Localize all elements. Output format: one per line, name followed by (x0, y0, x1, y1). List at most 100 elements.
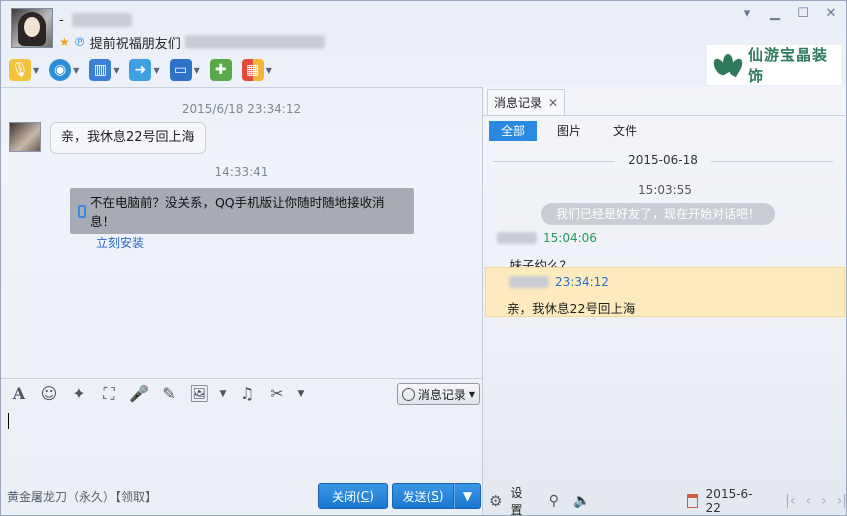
phone-icon (78, 204, 86, 218)
remote-desktop-button[interactable]: ▭ ▼ (169, 57, 200, 83)
name-prefix: - (59, 12, 64, 28)
message-bubble: 亲，我休息22号回上海 (50, 122, 206, 154)
blurred-sender (509, 276, 549, 288)
microphone-icon: 🎙 (9, 59, 31, 81)
prev-page-icon[interactable]: ‹ (805, 493, 811, 509)
input-toolbar: A ☺ ✦ ⛶ 🎤 ✎ 🖼 ▼ ♫ ✂ ▼ 消息记录 ▼ (1, 378, 482, 408)
install-link[interactable]: 立刻安装 (96, 234, 406, 251)
filter-images[interactable]: 图片 (545, 121, 593, 141)
dropdown-icon[interactable]: ▾ (740, 7, 754, 21)
blurred-sender (497, 232, 537, 244)
last-page-icon[interactable]: ›| (837, 493, 846, 509)
history-navigation: |‹ ‹ › ›| (785, 493, 846, 509)
edit-icon[interactable]: ✎ (159, 384, 179, 403)
blurred-signature (184, 35, 325, 49)
video-call-button[interactable]: ◉ ▼ (49, 57, 79, 83)
message-timestamp: 14:33:41 (214, 165, 269, 179)
entry-time: 23:34:12 (555, 275, 609, 289)
send-button-text: 发送( (402, 489, 432, 504)
chat-window: - ★ ℗ 提前祝福朋友们 ▾ ▁ ☐ ✕ 🎙 ▼ ◉ ▼ ▥ ▼ ➜ ▼ ▭ … (0, 0, 847, 516)
blurred-name (71, 13, 132, 27)
star-icon: ★ (59, 35, 70, 49)
history-filters: 全部 图片 文件 (489, 121, 657, 141)
chevron-down-icon: ▼ (193, 65, 200, 75)
scan-icon[interactable]: ⛶ (99, 384, 119, 404)
apps-button[interactable]: ▦ ▼ (241, 57, 272, 83)
next-page-icon[interactable]: › (821, 493, 827, 509)
minimize-icon[interactable]: ▁ (768, 7, 782, 21)
first-page-icon[interactable]: |‹ (785, 493, 795, 509)
maximize-icon[interactable]: ☐ (796, 7, 810, 21)
signature-text: 提前祝福朋友们 (89, 36, 181, 52)
entry-text: 亲，我休息22号回上海 (507, 301, 636, 316)
system-time: 15:03:55 (638, 183, 692, 197)
emoji-icon[interactable]: ☺ (39, 384, 59, 403)
close-tab-icon[interactable]: ✕ (548, 96, 558, 110)
search-icon[interactable]: ⚲ (549, 493, 559, 509)
gear-icon[interactable]: ⚙ (489, 492, 502, 510)
history-button-label: 消息记录 (417, 387, 466, 402)
filter-files[interactable]: 文件 (601, 121, 649, 141)
avatar-face (24, 17, 40, 37)
speaker-icon[interactable]: 🔈 (573, 493, 590, 509)
history-panel: 消息记录 ✕ 全部 图片 文件 2015-06-18 15:03:55 我们已经… (483, 87, 846, 515)
monitor-icon: ▭ (169, 59, 192, 81)
message-timestamp: 2015/6/18 23:34:12 (181, 102, 302, 116)
mobile-notice: 不在电脑前？没关系，QQ手机版让你随时随地接收消息！ 立刻安装 (70, 188, 414, 250)
send-options-button[interactable]: ▼ (454, 483, 481, 509)
sender-avatar[interactable] (9, 122, 41, 152)
close-icon[interactable]: ✕ (824, 7, 838, 21)
chevron-down-icon: ▼ (73, 65, 80, 75)
chevron-down-icon: ▼ (265, 65, 272, 75)
brand-text: 仙游宝晶装饰 (748, 46, 829, 85)
presentation-icon: ▥ (89, 59, 112, 81)
chevron-down-icon: ▼ (468, 389, 475, 399)
system-message: 我们已经是好友了，现在开始对话吧！ (541, 203, 775, 225)
shake-icon[interactable]: ✦ (69, 384, 89, 403)
scissors-icon[interactable]: ✂ (267, 384, 287, 403)
filter-all[interactable]: 全部 (489, 121, 538, 141)
send-button[interactable]: 发送(S) (392, 483, 454, 509)
message-input[interactable] (1, 408, 482, 480)
close-button-end: ) (369, 489, 374, 503)
signature-row: ★ ℗ 提前祝福朋友们 (59, 33, 325, 52)
chevron-down-icon[interactable]: ▼ (297, 389, 305, 399)
window-controls: ▾ ▁ ☐ ✕ (740, 7, 838, 21)
history-date[interactable]: 2015-6-22 (706, 487, 753, 515)
chat-add-icon: ✚ (209, 59, 232, 81)
header: - ★ ℗ 提前祝福朋友们 ▾ ▁ ☐ ✕ 🎙 ▼ ◉ ▼ ▥ ▼ ➜ ▼ ▭ … (1, 1, 846, 87)
send-file-button[interactable]: ➜ ▼ (129, 57, 160, 83)
chat-history[interactable]: 2015/6/18 23:34:12 亲，我休息22号回上海 14:33:41 … (1, 87, 482, 377)
chevron-down-icon[interactable]: ▼ (219, 389, 227, 399)
font-icon[interactable]: A (9, 384, 29, 403)
close-button-key: C (360, 489, 370, 503)
clock-icon (401, 387, 415, 401)
contact-avatar[interactable] (11, 8, 53, 48)
calendar-icon[interactable] (686, 494, 698, 508)
tab-divider (483, 115, 846, 116)
qq-icon: ℗ (73, 35, 86, 49)
add-chat-button[interactable]: ✚ (209, 57, 232, 83)
close-button[interactable]: 关闭(C) (318, 483, 388, 509)
folder-icon: ➜ (129, 59, 152, 81)
send-button-key: S (431, 489, 439, 503)
image-icon[interactable]: 🖼 (189, 384, 209, 403)
history-entry-header: 15:04:06 (497, 231, 597, 245)
settings-label[interactable]: 设置 (510, 484, 528, 515)
promo-text[interactable]: 黄金屠龙刀（永久）【领取】 (7, 488, 157, 505)
webcam-icon: ◉ (49, 59, 72, 81)
music-icon[interactable]: ♫ (237, 384, 257, 403)
voice-call-button[interactable]: 🎙 ▼ (9, 57, 39, 83)
notice-text: 不在电脑前？没关系，QQ手机版让你随时随地接收消息！ (89, 195, 385, 229)
close-button-text: 关闭( (332, 489, 361, 504)
tab-message-history[interactable]: 消息记录 ✕ (487, 89, 566, 115)
brand-banner[interactable]: 仙游宝晶装饰 (707, 45, 841, 85)
screen-share-button[interactable]: ▥ ▼ (89, 57, 119, 83)
date-separator: 2015-06-18 (483, 153, 846, 169)
chevron-down-icon: ▼ (462, 489, 473, 503)
message-history-button[interactable]: 消息记录 ▼ (396, 383, 480, 405)
text-cursor (8, 413, 9, 429)
voice-message-icon[interactable]: 🎤 (129, 384, 149, 403)
chevron-down-icon: ▼ (113, 65, 120, 75)
send-button-end: ) (438, 489, 444, 503)
